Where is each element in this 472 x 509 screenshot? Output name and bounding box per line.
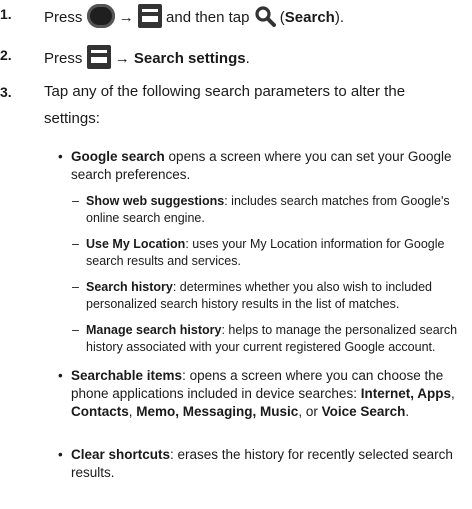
step-number: 2. [0, 47, 12, 63]
step-text: Press [44, 50, 83, 67]
step-number: 1. [0, 6, 12, 22]
period: . [245, 50, 250, 67]
bullet: • [58, 447, 63, 462]
bullet-title: Searchable items [71, 368, 183, 383]
sub-title: Use My Location [86, 237, 186, 251]
search-label: Search [284, 9, 335, 26]
instruction-page: 1. Press → and then tap (Search). 2. Pre… [0, 0, 472, 509]
separator: , or [298, 404, 322, 419]
app-name: Voice Search [321, 404, 406, 419]
step-number: 3. [0, 84, 12, 100]
app-name: Internet, Apps [360, 386, 451, 401]
bullet: • [58, 149, 63, 164]
sub-title: Search history [86, 280, 173, 294]
step-text: settings: [44, 110, 100, 127]
step-text: Tap any of the following search paramete… [44, 83, 406, 100]
step-text: and then tap [166, 9, 250, 26]
bullet: • [58, 368, 63, 383]
step-text: Press [44, 9, 83, 26]
paren: ). [334, 9, 345, 26]
bullet-title: Clear shortcuts [71, 447, 171, 462]
arrow: → [118, 9, 134, 26]
sub-title: Manage search history [86, 323, 222, 337]
search-icon [255, 6, 276, 27]
sub-title: Show web suggestions [86, 194, 225, 208]
app-name: Contacts [71, 404, 129, 419]
dash: – [72, 280, 79, 294]
menu-key-icon [137, 4, 162, 28]
dash: – [72, 323, 79, 337]
home-key-icon [86, 4, 115, 28]
arrow: → [114, 50, 130, 67]
menu-key-icon [86, 45, 111, 69]
dash: – [72, 237, 79, 251]
dash: – [72, 194, 79, 208]
bullet-title: Google search [71, 149, 165, 164]
app-name: Memo, Messaging, Music [136, 404, 299, 419]
separator: . [405, 404, 410, 419]
search-settings-label: Search settings [133, 50, 246, 67]
separator: , [450, 386, 455, 401]
